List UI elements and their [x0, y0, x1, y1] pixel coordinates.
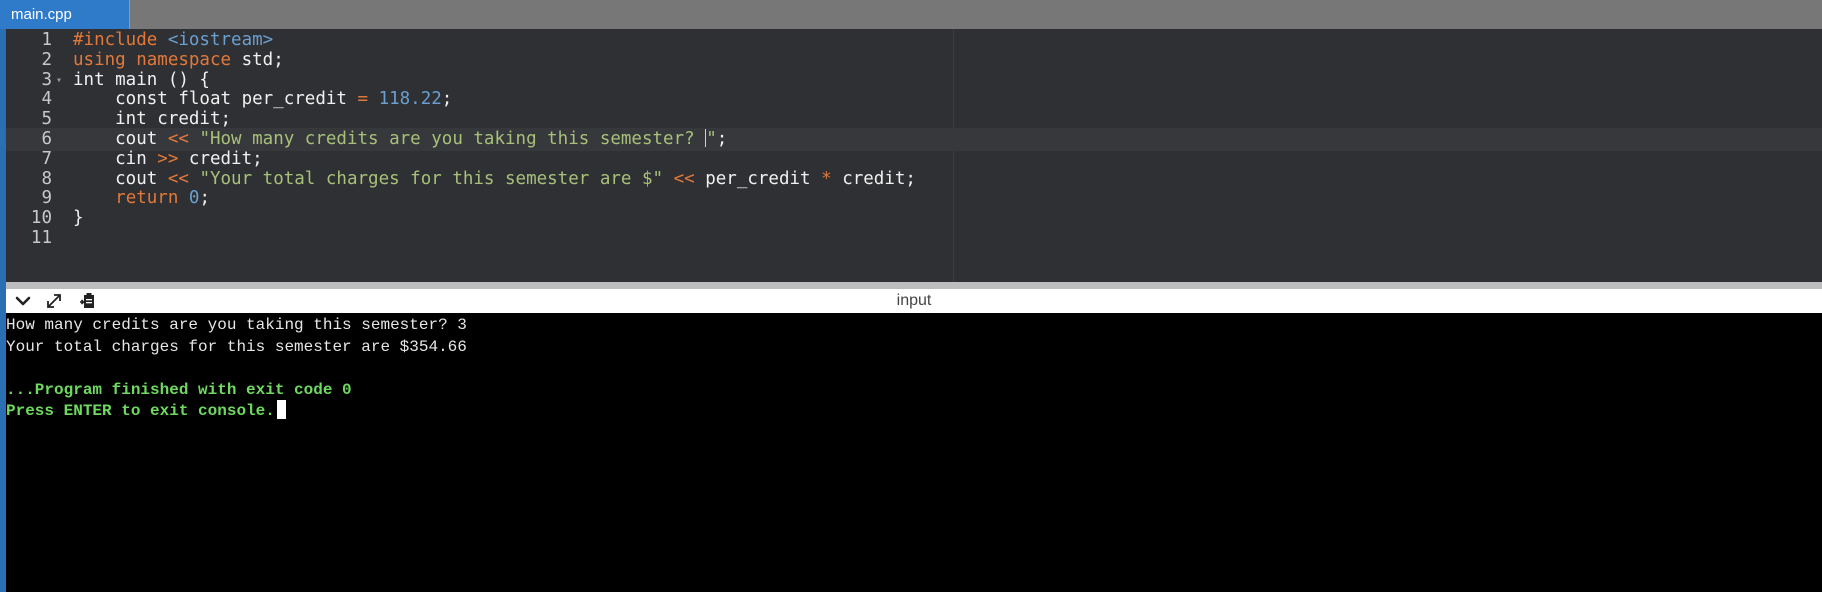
console-line-text: ...Program finished with exit code 0: [6, 380, 352, 399]
code-token: ": [706, 129, 717, 149]
code-token: "How many credits are you taking this se…: [199, 129, 706, 149]
collapse-console-button[interactable]: [8, 289, 38, 313]
console-line-text: How many credits are you taking this sem…: [6, 316, 467, 334]
code-line[interactable]: 11: [6, 227, 1822, 250]
code-token: ;: [199, 188, 211, 209]
code-token: }: [73, 208, 84, 229]
code-token: std;: [231, 49, 284, 70]
copy-output-button[interactable]: [72, 289, 102, 313]
console-line-text: Press ENTER to exit console.: [6, 402, 275, 420]
code-token: >>: [157, 148, 179, 169]
code-token: int credit;: [73, 109, 232, 130]
console-line: Press ENTER to exit console.: [6, 399, 286, 423]
code-token: ;: [441, 89, 453, 110]
code-token: credit;: [178, 148, 263, 169]
code-editor[interactable]: 1 #include <iostream> 2 using namespace std…: [6, 29, 1822, 282]
io-panel-label: input: [896, 292, 932, 309]
code-token: *: [821, 168, 832, 189]
console-line: ...Program finished with exit code 0: [6, 378, 352, 402]
code-token: #include: [73, 30, 168, 50]
code-token: credit;: [831, 168, 916, 189]
console-output[interactable]: How many credits are you taking this sem…: [6, 313, 1822, 592]
line-number: 11: [30, 228, 52, 248]
code-token: "Your total charges for this semester ar…: [199, 168, 664, 189]
code-token: cout: [73, 129, 168, 149]
code-token: 118.22: [378, 89, 442, 110]
code-token: =: [357, 89, 369, 110]
code-token: <<: [167, 129, 189, 149]
code-token: cin: [73, 148, 158, 169]
code-token: per_credit: [694, 168, 822, 189]
terminal-cursor: [276, 400, 286, 419]
code-token: <iostream>: [167, 30, 274, 50]
code-token: using namespace: [73, 49, 232, 70]
code-token: const float per_credit: [73, 89, 358, 110]
chevron-down-icon: [15, 296, 31, 306]
io-panel-header: input: [6, 289, 1822, 313]
code-token: 0: [188, 188, 200, 209]
code-token: return: [115, 188, 179, 209]
clipboard-icon: [80, 293, 94, 308]
code-token: cout: [73, 168, 168, 189]
console-line: Your total charges for this semester are…: [6, 335, 467, 359]
tab-bar: main.cpp: [0, 0, 1822, 29]
tab-main-cpp[interactable]: main.cpp: [0, 0, 129, 29]
expand-console-button[interactable]: [39, 289, 69, 313]
code-token: <<: [673, 168, 695, 189]
code-token: int main () {: [73, 69, 210, 90]
tab-divider: [129, 0, 130, 29]
console-line-text: Your total charges for this semester are…: [6, 337, 467, 356]
editor-scrollbar-track[interactable]: [6, 282, 1822, 289]
console-line: How many credits are you taking this sem…: [6, 313, 467, 337]
code-token: <<: [167, 168, 189, 189]
expand-icon: [47, 294, 61, 308]
code-token: ;: [716, 129, 728, 149]
